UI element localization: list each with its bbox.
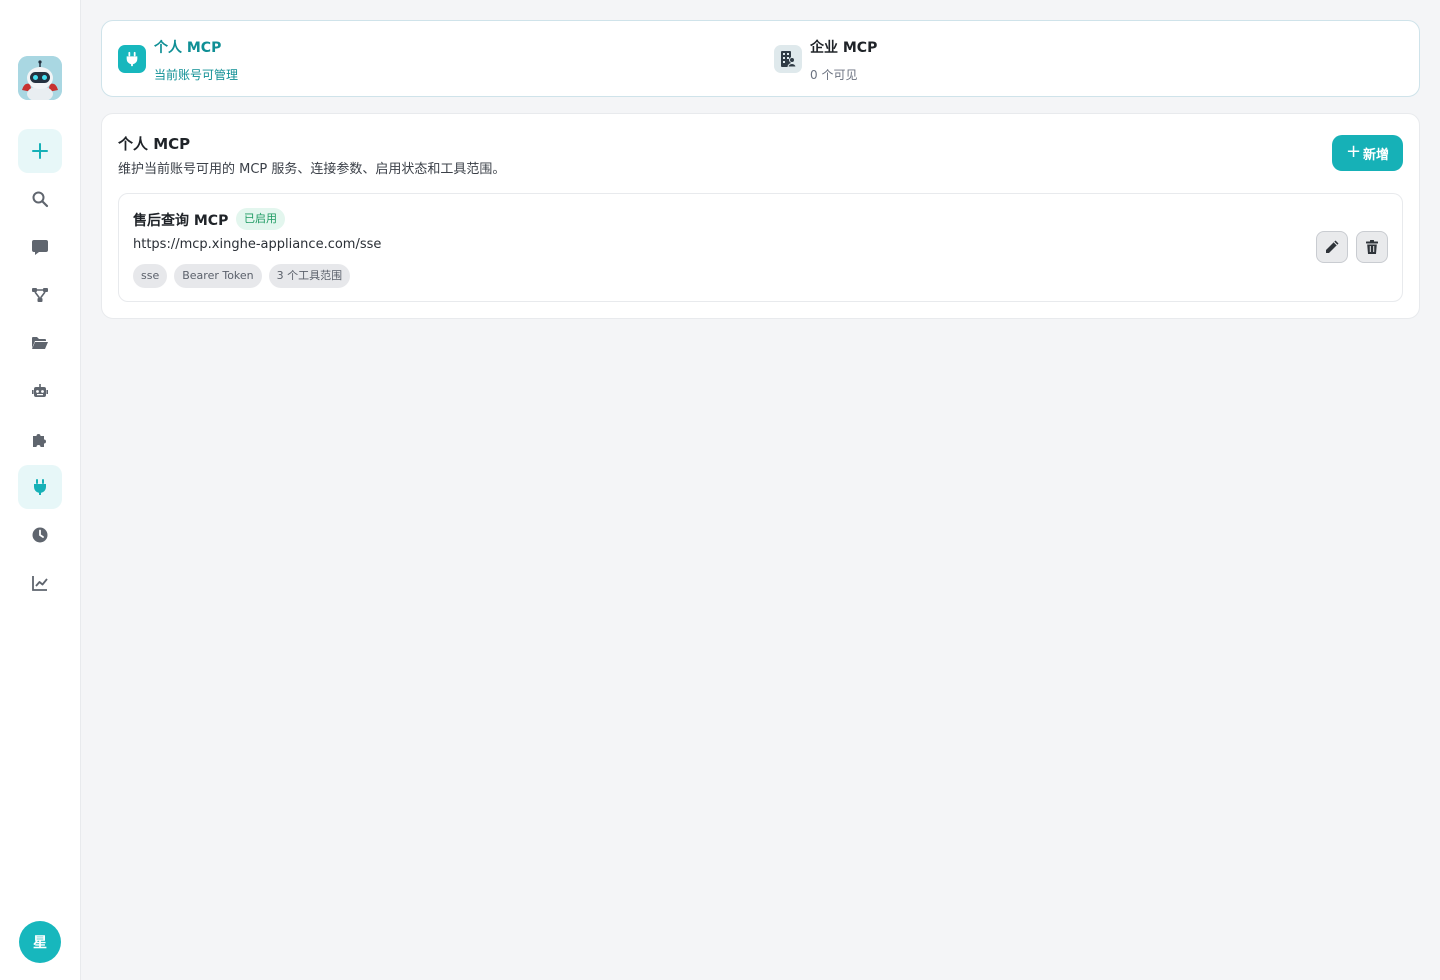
add-mcp-button[interactable]: + 新增: [1332, 135, 1403, 171]
add-mcp-label: 新增: [1363, 147, 1390, 163]
user-avatar[interactable]: 星: [19, 921, 61, 963]
mcp-tags: sse Bearer Token 3 个工具范围: [133, 264, 351, 288]
tab-enterprise-mcp[interactable]: 企业 MCP 0 个可见: [774, 21, 1374, 98]
tag-transport: sse: [133, 264, 168, 288]
plug-icon: [34, 479, 46, 495]
sidebar-item-mcp[interactable]: [18, 465, 62, 509]
sidebar-item-search[interactable]: [18, 177, 62, 221]
plug-icon: [118, 45, 146, 73]
robot-mascot-icon[interactable]: [18, 56, 62, 100]
folder-open-icon: [32, 337, 48, 349]
sidebar: 星: [0, 0, 81, 980]
plus-icon: +: [1345, 141, 1362, 162]
chart-line-icon: [32, 576, 48, 591]
status-badge: 已启用: [236, 208, 285, 230]
building-user-icon: [774, 45, 802, 73]
sidebar-item-plugins[interactable]: [18, 417, 62, 461]
mcp-scope-switcher: 个人 MCP 当前账号可管理 企业 MCP 0 个可见: [101, 20, 1420, 97]
new-button[interactable]: [18, 129, 62, 173]
personal-mcp-subtitle: 当前账号可管理: [154, 68, 239, 82]
puzzle-icon: [33, 434, 46, 447]
mcp-url: https://mcp.xinghe-appliance.com/sse: [133, 237, 382, 252]
chat-bubble-icon: [32, 240, 48, 255]
sidebar-item-analytics[interactable]: [18, 561, 62, 605]
sidebar-item-workflow[interactable]: [18, 273, 62, 317]
page-description: 维护当前账号可用的 MCP 服务、连接参数、启用状态和工具范围。: [118, 162, 506, 177]
plus-icon: [32, 143, 48, 159]
pencil-icon: [1326, 240, 1339, 253]
sidebar-item-files[interactable]: [18, 321, 62, 365]
page-title: 个人 MCP: [118, 135, 191, 153]
list-item: 售后查询 MCP 已启用 https://mcp.xinghe-applianc…: [118, 193, 1403, 302]
personal-mcp-panel: 个人 MCP 维护当前账号可用的 MCP 服务、连接参数、启用状态和工具范围。 …: [101, 113, 1420, 319]
clock-icon: [32, 527, 48, 543]
tab-personal-mcp[interactable]: 个人 MCP 当前账号可管理: [118, 21, 758, 98]
robot-icon: [32, 384, 48, 397]
mcp-name: 售后查询 MCP: [133, 213, 229, 229]
tag-tool-scope: 3 个工具范围: [268, 264, 351, 288]
delete-button[interactable]: [1356, 231, 1388, 263]
tag-auth: Bearer Token: [174, 264, 262, 288]
sidebar-item-history[interactable]: [18, 513, 62, 557]
trash-icon: [1366, 240, 1378, 254]
sidebar-item-agents[interactable]: [18, 369, 62, 413]
sidebar-item-chat[interactable]: [18, 225, 62, 269]
personal-mcp-title: 个人 MCP: [154, 40, 222, 56]
flow-icon: [32, 288, 48, 302]
search-icon: [32, 191, 49, 208]
enterprise-mcp-title: 企业 MCP: [810, 40, 878, 56]
edit-button[interactable]: [1316, 231, 1348, 263]
enterprise-mcp-subtitle: 0 个可见: [810, 68, 858, 82]
